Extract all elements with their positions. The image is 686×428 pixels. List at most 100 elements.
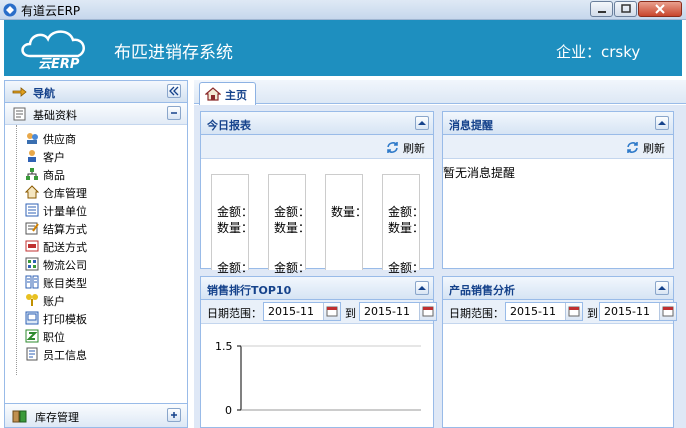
minimize-icon (597, 11, 606, 13)
calendar-icon (662, 306, 674, 317)
cloud-logo: 云ERP (21, 30, 85, 72)
section-inventory-label: 库存管理 (35, 411, 79, 424)
sales-top10-to-date[interactable]: 2015-11 (359, 302, 437, 321)
delivery-icon (25, 240, 39, 252)
nav-header: 导航 (5, 81, 187, 103)
customer-icon (28, 150, 36, 162)
sales-top10-from-date[interactable]: 2015-11 (263, 302, 341, 321)
account-type-icon (25, 275, 39, 289)
window-titlebar: 有道云ERP (0, 0, 686, 20)
calendar-trigger[interactable] (659, 303, 676, 320)
messages-refresh-button[interactable]: 刷新 (625, 139, 667, 155)
section-basic-label: 基础资料 (33, 109, 77, 122)
window-title: 有道云ERP (21, 4, 81, 18)
messages-title: 消息提醒 (449, 119, 493, 132)
app-header: 云ERP 布匹进销存系统 企业：crsky (4, 20, 682, 76)
settlement-icon (25, 222, 39, 235)
calendar-trigger[interactable] (565, 303, 582, 320)
company-label: 企业：crsky (556, 43, 641, 61)
double-chevron-left-icon (169, 86, 179, 96)
plus-icon (171, 412, 177, 418)
nav-tree: 供应商 客户 商品 仓库管理 计量单位 结算方式 配送方式 物流公司 账目类型 … (5, 125, 187, 403)
caret-up-icon (658, 286, 666, 290)
sales-top10-header: 销售排行TOP10 (201, 277, 433, 300)
report-card: 金额： 数量： 金额： (382, 174, 424, 275)
y-tick-label: 0 (225, 404, 232, 417)
refresh-icon (387, 142, 398, 153)
calendar-icon (422, 306, 434, 317)
section-basic-header[interactable]: 基础资料 (5, 103, 187, 125)
report-card: 数量： (325, 174, 367, 270)
date-range-label: 日期范围： (207, 307, 262, 320)
collapse-section-button[interactable] (167, 106, 181, 120)
tab-home-label: 主页 (225, 89, 247, 102)
dashboard: 今日报表 刷新 金额： 数量： 金额： 金额： 数量： 金额： 数量： 金额： … (194, 105, 686, 428)
caret-up-icon (658, 121, 666, 125)
minus-icon (171, 112, 177, 114)
warehouse-icon (25, 185, 39, 199)
today-report-header: 今日报表 (201, 112, 433, 135)
expand-section-button[interactable] (167, 408, 181, 422)
close-icon (655, 4, 665, 14)
today-report-toolbar: 刷新 (201, 135, 433, 159)
messages-toolbar: 刷新 (443, 135, 673, 159)
system-title: 布匹进销存系统 (114, 43, 233, 63)
report-card: 金额： 数量： 金额： (211, 174, 253, 275)
refresh-icon (627, 142, 638, 153)
today-report-panel: 今日报表 刷新 金额： 数量： 金额： 金额： 数量： 金额： 数量： 金额： … (200, 111, 434, 275)
no-messages-text: 暂无消息提醒 (443, 166, 516, 180)
maximize-button[interactable] (614, 1, 637, 17)
suppliers-icon (27, 133, 38, 144)
date-range-to: 到 (345, 307, 356, 320)
calendar-icon (568, 306, 580, 317)
main-area: 主页 今日报表 刷新 金额： 数量： 金额： 金额： 数量： 金额： 数量： 金… (194, 80, 686, 428)
messages-panel: 消息提醒 刷新 暂无消息提醒 (442, 111, 674, 269)
home-icon (205, 87, 221, 101)
product-analysis-date-range: 日期范围： 2015-11 到 2015-11 (443, 300, 677, 324)
unit-icon (25, 203, 39, 217)
today-report-collapse-button[interactable] (415, 116, 429, 130)
messages-collapse-button[interactable] (655, 116, 669, 130)
close-button[interactable] (638, 1, 682, 17)
today-report-refresh-button[interactable]: 刷新 (385, 139, 427, 155)
product-analysis-to-date[interactable]: 2015-11 (599, 302, 677, 321)
calendar-trigger[interactable] (419, 303, 436, 320)
calendar-trigger[interactable] (323, 303, 340, 320)
nav-panel: 导航 基础资料 供应商 客户 商品 仓库管理 计量单位 结算方式 配送方式 物流… (4, 80, 188, 428)
y-tick-label: 1.5 (215, 340, 233, 353)
employee-icon (26, 347, 38, 361)
product-analysis-title: 产品销售分析 (449, 284, 515, 297)
section-inventory-header[interactable]: 库存管理 (5, 403, 187, 427)
date-range-to: 到 (587, 307, 598, 320)
inventory-icon (12, 410, 27, 423)
svg-text:云ERP: 云ERP (38, 57, 80, 72)
product-analysis-panel: 产品销售分析 日期范围： 2015-11 到 2015-11 (442, 276, 677, 428)
product-analysis-from-date[interactable]: 2015-11 (505, 302, 583, 321)
nav-title: 导航 (33, 87, 55, 100)
messages-header: 消息提醒 (443, 112, 673, 135)
print-template-icon (25, 311, 39, 325)
product-analysis-collapse-button[interactable] (655, 281, 669, 295)
sales-top10-chart: 1.5 0 (215, 340, 421, 417)
collapse-nav-button[interactable] (167, 84, 181, 98)
sales-top10-date-range: 日期范围： 2015-11 到 2015-11 (201, 300, 437, 324)
document-icon (13, 107, 26, 121)
date-range-label: 日期范围： (449, 307, 504, 320)
minimize-button[interactable] (590, 1, 613, 17)
logistics-icon (25, 257, 39, 271)
account-icon (26, 294, 38, 306)
app-icon (3, 3, 17, 17)
tab-strip: 主页 (194, 80, 686, 105)
position-icon (25, 329, 39, 343)
tree-connector (16, 125, 17, 375)
product-analysis-header: 产品销售分析 (443, 277, 673, 300)
report-card: 金额： 数量： 金额： (268, 174, 310, 275)
sales-top10-panel: 销售排行TOP10 日期范围： 2015-11 到 2015-11 1.5 0 (200, 276, 437, 428)
sales-top10-collapse-button[interactable] (415, 281, 429, 295)
hand-pointer-icon (12, 87, 27, 97)
tab-home[interactable]: 主页 (199, 82, 256, 105)
caret-up-icon (418, 286, 426, 290)
calendar-icon (326, 306, 338, 317)
maximize-icon (620, 4, 631, 13)
today-report-title: 今日报表 (207, 119, 251, 132)
